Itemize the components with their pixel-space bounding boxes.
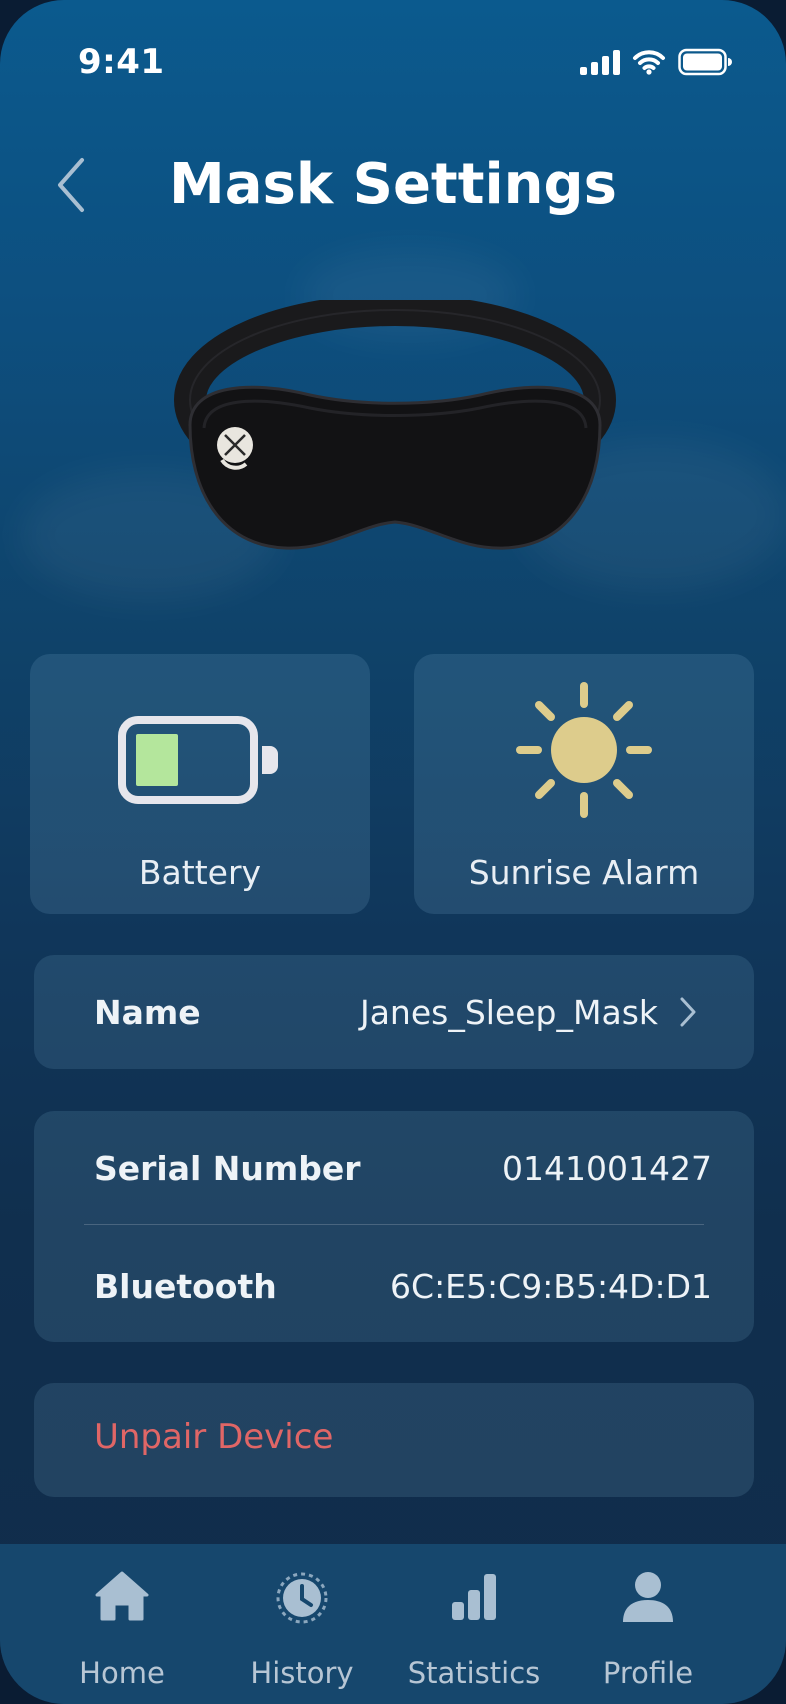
tab-bar: Home History Statistics Profile	[0, 1544, 786, 1704]
statistics-icon	[452, 1574, 496, 1620]
name-value: Janes_Sleep_Mask	[359, 993, 658, 1032]
bluetooth-address-value: 6C:E5:C9:B5:4D:D1	[390, 1267, 712, 1306]
unpair-device-button[interactable]: Unpair Device	[34, 1383, 754, 1497]
page-title: Mask Settings	[169, 152, 617, 217]
screen: 9:41 Mask Settings Battery Sunrise Alarm…	[0, 0, 786, 1704]
status-icons	[580, 48, 732, 76]
tab-statistics[interactable]: Statistics	[376, 1544, 572, 1704]
home-icon	[95, 1571, 149, 1621]
battery-tile[interactable]: Battery	[30, 654, 370, 914]
tab-profile[interactable]: Profile	[550, 1544, 746, 1704]
battery-level-fill	[136, 734, 178, 786]
profile-icon	[623, 1572, 673, 1622]
tab-history-label: History	[250, 1656, 354, 1690]
tab-history[interactable]: History	[204, 1544, 400, 1704]
sunrise-alarm-tile[interactable]: Sunrise Alarm	[414, 654, 754, 914]
serial-number-value: 0141001427	[502, 1149, 712, 1188]
sunrise-alarm-label: Sunrise Alarm	[468, 853, 700, 892]
battery-status-icon	[678, 48, 732, 76]
navigation-header: Mask Settings	[0, 140, 786, 240]
divider	[84, 1224, 704, 1225]
unpair-device-label: Unpair Device	[94, 1417, 334, 1457]
chevron-right-icon	[680, 997, 696, 1027]
battery-icon	[118, 716, 278, 804]
name-card[interactable]: Name Janes_Sleep_Mask	[34, 955, 754, 1069]
tab-home[interactable]: Home	[24, 1544, 220, 1704]
status-bar: 9:41	[0, 0, 786, 120]
name-row[interactable]: Name Janes_Sleep_Mask	[34, 955, 754, 1065]
name-label: Name	[94, 993, 201, 1032]
sleep-mask-image	[174, 300, 616, 550]
tab-statistics-label: Statistics	[407, 1656, 541, 1690]
tab-profile-label: Profile	[602, 1656, 694, 1690]
history-icon	[276, 1572, 328, 1624]
tab-home-label: Home	[79, 1656, 165, 1690]
sun-icon	[516, 682, 652, 818]
device-info-card: Serial Number 0141001427 Bluetooth 6C:E5…	[34, 1111, 754, 1342]
bluetooth-row: Bluetooth 6C:E5:C9:B5:4D:D1	[34, 1229, 754, 1339]
wifi-icon	[633, 50, 665, 75]
serial-number-row: Serial Number 0141001427	[34, 1111, 754, 1221]
status-time: 9:41	[78, 42, 165, 82]
cellular-signal-icon	[580, 49, 620, 75]
battery-label: Battery	[138, 853, 262, 892]
bluetooth-label: Bluetooth	[94, 1267, 277, 1306]
serial-number-label: Serial Number	[94, 1149, 361, 1188]
